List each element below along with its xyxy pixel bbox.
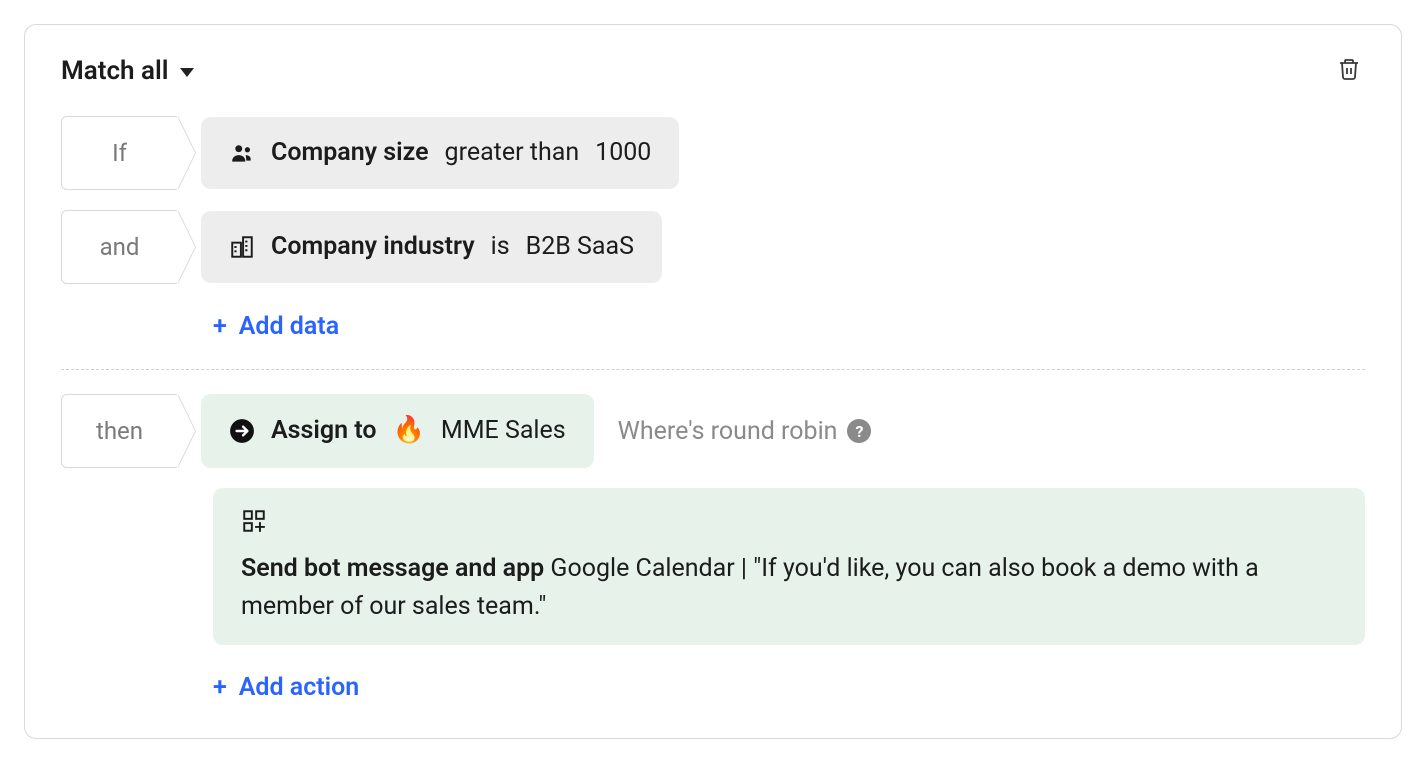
people-icon (229, 140, 255, 166)
action-pill-assign[interactable]: Assign to 🔥 MME Sales (201, 394, 594, 468)
round-robin-hint[interactable]: Where's round robin ? (618, 417, 872, 446)
assign-team: MME Sales (441, 415, 566, 448)
condition-row: If Company size greater than 1000 (61, 116, 1365, 190)
delete-rule-button[interactable] (1333, 53, 1365, 88)
action-tag-then: then (61, 394, 177, 468)
action-pill-bot-message[interactable]: Send bot message and app Google Calendar… (213, 488, 1365, 645)
plus-icon: + (213, 312, 227, 341)
apps-grid-icon (241, 508, 267, 534)
match-mode-dropdown[interactable]: Match all (61, 56, 194, 86)
condition-attribute: Company industry (271, 231, 475, 264)
condition-pill-company-industry[interactable]: Company industry is B2B SaaS (201, 211, 662, 284)
fire-icon: 🔥 (393, 414, 425, 448)
match-mode-label: Match all (61, 56, 168, 86)
add-data-button[interactable]: + Add data (213, 304, 339, 349)
buildings-icon (229, 234, 255, 260)
rule-card: Match all If (24, 24, 1402, 739)
action-row-bot: Send bot message and app Google Calendar… (213, 488, 1365, 645)
condition-value: B2B SaaS (526, 231, 634, 264)
condition-operator: greater than (445, 137, 580, 170)
add-data-row: + Add data (213, 304, 1365, 349)
card-header: Match all (61, 53, 1365, 88)
add-action-row: + Add action (213, 665, 1365, 710)
add-data-label: Add data (239, 312, 339, 341)
condition-row: and Company industry is B2B SaaS (61, 210, 1365, 284)
add-action-button[interactable]: + Add action (213, 665, 359, 710)
add-action-label: Add action (239, 673, 360, 702)
condition-tag-and: and (61, 210, 177, 284)
condition-tag-if: If (61, 116, 177, 190)
condition-attribute: Company size (271, 137, 429, 170)
assign-arrow-icon (229, 418, 255, 444)
assign-label: Assign to (271, 415, 377, 448)
hint-text-label: Where's round robin (618, 417, 838, 446)
trash-icon (1337, 57, 1361, 84)
condition-pill-company-size[interactable]: Company size greater than 1000 (201, 117, 679, 190)
action-row-assign: then Assign to 🔥 MME Sales Where's round… (61, 394, 1365, 468)
plus-icon: + (213, 673, 227, 702)
bot-message-text: Send bot message and app Google Calendar… (241, 550, 1337, 625)
condition-value: 1000 (595, 137, 651, 170)
condition-operator: is (491, 231, 510, 264)
divider (61, 369, 1365, 370)
help-icon: ? (847, 419, 871, 443)
caret-down-icon (180, 68, 194, 77)
